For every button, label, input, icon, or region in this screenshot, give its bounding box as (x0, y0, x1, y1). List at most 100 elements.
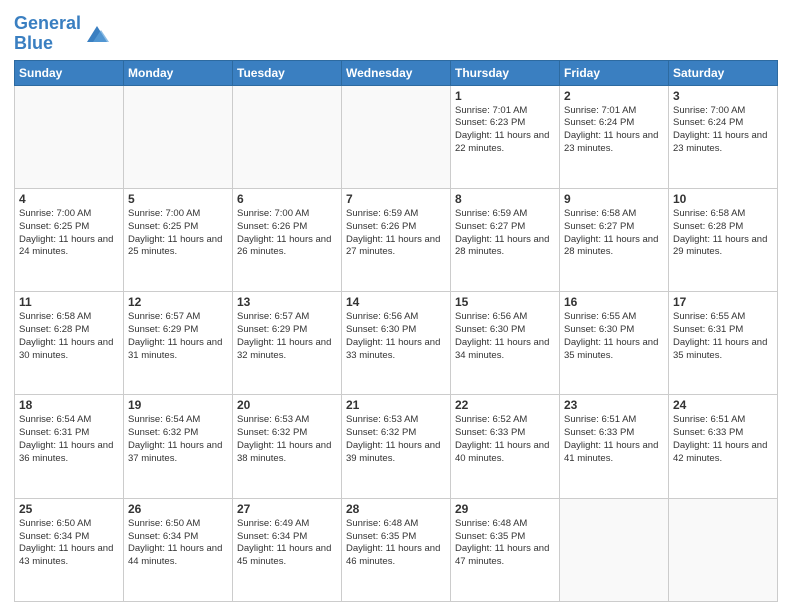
cell-w2-d4: 15Sunrise: 6:56 AM Sunset: 6:30 PM Dayli… (451, 292, 560, 395)
day-number-7: 7 (346, 192, 446, 206)
day-info-7: Sunrise: 6:59 AM Sunset: 6:26 PM Dayligh… (346, 208, 446, 259)
week-row-4: 25 Sunrise: 6:50 AM Sunset: 6:34 PM Dayli… (15, 498, 778, 601)
week-row-2: 11 Sunrise: 6:58 AM Sunset: 6:28 PM Dayli… (15, 292, 778, 395)
logo: General Blue (14, 14, 111, 54)
day-number-6: 6 (237, 192, 337, 206)
day-info-5: Sunrise: 7:00 AM Sunset: 6:25 PM Dayligh… (128, 208, 228, 259)
day-number-13: 13 (237, 295, 337, 309)
day-info-4: Sunrise: 7:00 AM Sunset: 6:25 PM Dayligh… (19, 208, 119, 259)
day-info-21: Sunrise: 6:53 AM Sunset: 6:32 PM Dayligh… (346, 414, 446, 465)
day-info-19: Sunrise: 6:54 AM Sunset: 6:32 PM Dayligh… (128, 414, 228, 465)
day-number-17: 17 (673, 295, 773, 309)
cell-w3-d4: 22 Sunrise: 6:52 AM Sunset: 6:33 PM Dayli… (451, 395, 560, 498)
day-info-26: Sunrise: 6:50 AM Sunset: 6:34 PM Dayligh… (128, 518, 228, 569)
day-info-17: Sunrise: 6:55 AM Sunset: 6:31 PM Dayligh… (673, 311, 773, 362)
cell-w1-d3: 7 Sunrise: 6:59 AM Sunset: 6:26 PM Daylig… (342, 188, 451, 291)
calendar-body: 1Sunrise: 7:01 AM Sunset: 6:23 PM Daylig… (15, 85, 778, 601)
cell-w1-d1: 5 Sunrise: 7:00 AM Sunset: 6:25 PM Daylig… (124, 188, 233, 291)
day-number-18: 18 (19, 398, 119, 412)
col-thursday: Thursday (451, 60, 560, 85)
page: General Blue Sunday Monday Tuesday Wedne… (0, 0, 792, 612)
col-wednesday: Wednesday (342, 60, 451, 85)
cell-w3-d2: 20Sunrise: 6:53 AM Sunset: 6:32 PM Dayli… (233, 395, 342, 498)
cell-w3-d0: 18 Sunrise: 6:54 AM Sunset: 6:31 PM Dayli… (15, 395, 124, 498)
cell-w2-d0: 11 Sunrise: 6:58 AM Sunset: 6:28 PM Dayli… (15, 292, 124, 395)
day-number-3: 3 (673, 89, 773, 103)
cell-w0-d0 (15, 85, 124, 188)
day-info-14: Sunrise: 6:56 AM Sunset: 6:30 PM Dayligh… (346, 311, 446, 362)
cell-w0-d1 (124, 85, 233, 188)
col-friday: Friday (560, 60, 669, 85)
day-number-11: 11 (19, 295, 119, 309)
col-saturday: Saturday (669, 60, 778, 85)
day-number-19: 19 (128, 398, 228, 412)
day-info-16: Sunrise: 6:55 AM Sunset: 6:30 PM Dayligh… (564, 311, 664, 362)
cell-w1-d0: 4 Sunrise: 7:00 AM Sunset: 6:25 PM Daylig… (15, 188, 124, 291)
day-info-8: Sunrise: 6:59 AM Sunset: 6:27 PM Dayligh… (455, 208, 555, 259)
cell-w0-d4: 1Sunrise: 7:01 AM Sunset: 6:23 PM Daylig… (451, 85, 560, 188)
day-info-12: Sunrise: 6:57 AM Sunset: 6:29 PM Dayligh… (128, 311, 228, 362)
day-number-16: 16 (564, 295, 664, 309)
day-info-15: Sunrise: 6:56 AM Sunset: 6:30 PM Dayligh… (455, 311, 555, 362)
cell-w4-d0: 25Sunrise: 6:50 AM Sunset: 6:34 PM Dayli… (15, 498, 124, 601)
logo-blue: Blue (14, 33, 53, 53)
cell-w4-d1: 26 Sunrise: 6:50 AM Sunset: 6:34 PM Dayli… (124, 498, 233, 601)
cell-w0-d3 (342, 85, 451, 188)
cell-w4-d2: 27 Sunrise: 6:49 AM Sunset: 6:34 PM Dayli… (233, 498, 342, 601)
cell-w2-d6: 17 Sunrise: 6:55 AM Sunset: 6:31 PM Dayli… (669, 292, 778, 395)
cell-w2-d1: 12Sunrise: 6:57 AM Sunset: 6:29 PM Dayli… (124, 292, 233, 395)
day-number-28: 28 (346, 502, 446, 516)
day-number-22: 22 (455, 398, 555, 412)
day-info-11: Sunrise: 6:58 AM Sunset: 6:28 PM Dayligh… (19, 311, 119, 362)
week-row-1: 4 Sunrise: 7:00 AM Sunset: 6:25 PM Daylig… (15, 188, 778, 291)
cell-w1-d5: 9Sunrise: 6:58 AM Sunset: 6:27 PM Daylig… (560, 188, 669, 291)
cell-w1-d4: 8 Sunrise: 6:59 AM Sunset: 6:27 PM Daylig… (451, 188, 560, 291)
day-number-29: 29 (455, 502, 555, 516)
day-info-9: Sunrise: 6:58 AM Sunset: 6:27 PM Dayligh… (564, 208, 664, 259)
day-number-4: 4 (19, 192, 119, 206)
cell-w0-d5: 2 Sunrise: 7:01 AM Sunset: 6:24 PM Daylig… (560, 85, 669, 188)
logo-general: General (14, 13, 81, 33)
cell-w2-d3: 14Sunrise: 6:56 AM Sunset: 6:30 PM Dayli… (342, 292, 451, 395)
day-info-13: Sunrise: 6:57 AM Sunset: 6:29 PM Dayligh… (237, 311, 337, 362)
day-number-23: 23 (564, 398, 664, 412)
cell-w0-d2 (233, 85, 342, 188)
week-row-0: 1Sunrise: 7:01 AM Sunset: 6:23 PM Daylig… (15, 85, 778, 188)
day-number-10: 10 (673, 192, 773, 206)
cell-w4-d6 (669, 498, 778, 601)
day-info-18: Sunrise: 6:54 AM Sunset: 6:31 PM Dayligh… (19, 414, 119, 465)
day-number-27: 27 (237, 502, 337, 516)
col-tuesday: Tuesday (233, 60, 342, 85)
day-info-23: Sunrise: 6:51 AM Sunset: 6:33 PM Dayligh… (564, 414, 664, 465)
col-monday: Monday (124, 60, 233, 85)
cell-w3-d3: 21 Sunrise: 6:53 AM Sunset: 6:32 PM Dayli… (342, 395, 451, 498)
cell-w4-d3: 28Sunrise: 6:48 AM Sunset: 6:35 PM Dayli… (342, 498, 451, 601)
day-number-2: 2 (564, 89, 664, 103)
day-number-24: 24 (673, 398, 773, 412)
cell-w3-d5: 23 Sunrise: 6:51 AM Sunset: 6:33 PM Dayli… (560, 395, 669, 498)
day-info-3: Sunrise: 7:00 AM Sunset: 6:24 PM Dayligh… (673, 105, 773, 156)
header: General Blue (14, 10, 778, 54)
cell-w4-d5 (560, 498, 669, 601)
day-number-8: 8 (455, 192, 555, 206)
day-info-6: Sunrise: 7:00 AM Sunset: 6:26 PM Dayligh… (237, 208, 337, 259)
day-info-24: Sunrise: 6:51 AM Sunset: 6:33 PM Dayligh… (673, 414, 773, 465)
cell-w1-d2: 6 Sunrise: 7:00 AM Sunset: 6:26 PM Daylig… (233, 188, 342, 291)
day-number-25: 25 (19, 502, 119, 516)
day-info-20: Sunrise: 6:53 AM Sunset: 6:32 PM Dayligh… (237, 414, 337, 465)
calendar-header-row: Sunday Monday Tuesday Wednesday Thursday… (15, 60, 778, 85)
cell-w4-d4: 29Sunrise: 6:48 AM Sunset: 6:35 PM Dayli… (451, 498, 560, 601)
day-info-2: Sunrise: 7:01 AM Sunset: 6:24 PM Dayligh… (564, 105, 664, 156)
day-info-10: Sunrise: 6:58 AM Sunset: 6:28 PM Dayligh… (673, 208, 773, 259)
day-info-22: Sunrise: 6:52 AM Sunset: 6:33 PM Dayligh… (455, 414, 555, 465)
cell-w1-d6: 10 Sunrise: 6:58 AM Sunset: 6:28 PM Dayli… (669, 188, 778, 291)
cell-w3-d1: 19 Sunrise: 6:54 AM Sunset: 6:32 PM Dayli… (124, 395, 233, 498)
day-number-26: 26 (128, 502, 228, 516)
day-info-27: Sunrise: 6:49 AM Sunset: 6:34 PM Dayligh… (237, 518, 337, 569)
day-number-5: 5 (128, 192, 228, 206)
cell-w0-d6: 3 Sunrise: 7:00 AM Sunset: 6:24 PM Daylig… (669, 85, 778, 188)
week-row-3: 18 Sunrise: 6:54 AM Sunset: 6:31 PM Dayli… (15, 395, 778, 498)
day-info-1: Sunrise: 7:01 AM Sunset: 6:23 PM Dayligh… (455, 105, 555, 156)
day-number-21: 21 (346, 398, 446, 412)
cell-w3-d6: 24 Sunrise: 6:51 AM Sunset: 6:33 PM Dayli… (669, 395, 778, 498)
